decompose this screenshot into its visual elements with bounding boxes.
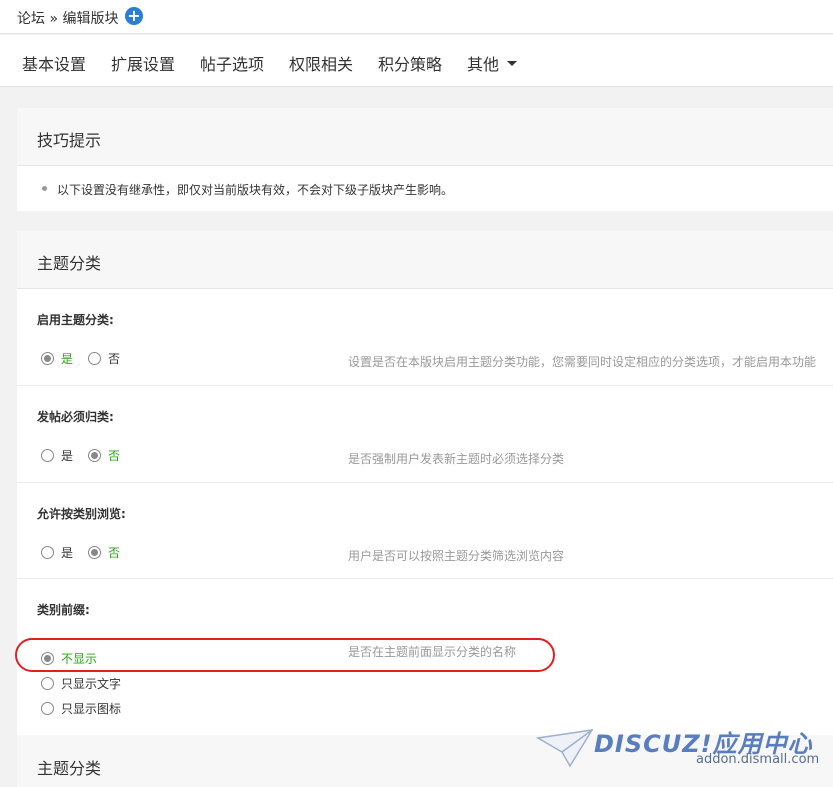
option-label: 只显示文字: [61, 677, 122, 691]
radio-unchecked-icon[interactable]: [41, 546, 54, 559]
radio-option-yes[interactable]: 是: [41, 544, 73, 561]
section-header: 主题分类: [17, 231, 833, 289]
radio-option-text-only[interactable]: 只显示文字: [41, 675, 121, 692]
setting-label: 允许按类别浏览:: [37, 507, 126, 521]
setting-row-browse-by-category: 允许按类别浏览: 是 否 用户是否可以按照主题分类筛选浏览内容: [17, 483, 833, 579]
option-label: 是: [61, 352, 74, 366]
tab-extended-settings[interactable]: 扩展设置: [111, 51, 175, 75]
setting-label: 发帖必须归类:: [37, 410, 114, 424]
setting-label: 启用主题分类:: [37, 313, 114, 327]
radio-unchecked-icon[interactable]: [88, 352, 101, 365]
plus-circle-icon[interactable]: +: [125, 7, 143, 25]
tips-title: 技巧提示: [37, 131, 102, 150]
tip-text: 以下设置没有继承性，即仅对当前版块有效，不会对下级子版块产生影响。: [57, 183, 454, 197]
radio-option-no[interactable]: 否: [88, 544, 120, 561]
tab-credit-policy[interactable]: 积分策略: [378, 51, 442, 75]
tab-post-options[interactable]: 帖子选项: [200, 51, 264, 75]
section-title: 主题分类: [37, 254, 102, 273]
watermark-url: addon.dismall.com: [696, 752, 820, 767]
radio-option-yes[interactable]: 是: [41, 350, 73, 367]
radio-option-no[interactable]: 否: [88, 447, 120, 464]
radio-checked-icon[interactable]: [41, 352, 54, 365]
setting-row-require-category: 发帖必须归类: 是 否 是否强制用户发表新主题时必须选择分类: [17, 386, 833, 483]
tab-other[interactable]: 其他: [467, 51, 518, 75]
tab-other-label: 其他: [467, 55, 500, 74]
highlight-annotation: [15, 638, 555, 672]
option-label: 是: [61, 546, 74, 560]
radio-option-no[interactable]: 否: [88, 350, 120, 367]
radio-checked-icon[interactable]: [88, 546, 101, 559]
caret-down-icon: [507, 61, 518, 66]
radio-checked-icon[interactable]: [88, 449, 101, 462]
bullet-icon: [42, 186, 47, 191]
radio-unchecked-icon[interactable]: [41, 702, 54, 715]
radio-option-icon-only[interactable]: 只显示图标: [41, 700, 121, 717]
top-bar: 论坛 » 编辑版块 +: [0, 0, 833, 34]
tips-card: 技巧提示 以下设置没有继承性，即仅对当前版块有效，不会对下级子版块产生影响。: [17, 108, 833, 211]
next-section-title: 主题分类: [37, 759, 102, 778]
option-label: 否: [108, 352, 121, 366]
option-label: 否: [108, 546, 121, 560]
breadcrumb: 论坛 » 编辑版块: [17, 11, 119, 27]
radio-unchecked-icon[interactable]: [41, 449, 54, 462]
watermark: DISCUZ!应用中心 addon.dismall.com: [536, 722, 826, 772]
tip-item: 以下设置没有继承性，即仅对当前版块有效，不会对下级子版块产生影响。: [42, 181, 453, 198]
option-label: 只显示图标: [61, 702, 122, 716]
option-label: 否: [108, 449, 121, 463]
tab-bar: 基本设置 扩展设置 帖子选项 权限相关 积分策略 其他: [0, 35, 833, 87]
option-label: 是: [61, 449, 74, 463]
setting-description: 用户是否可以按照主题分类筛选浏览内容: [348, 549, 565, 563]
paper-plane-icon: [536, 729, 594, 768]
radio-unchecked-icon[interactable]: [41, 677, 54, 690]
setting-description: 设置是否在本版块启用主题分类功能，您需要同时设定相应的分类选项，才能启用本功能: [348, 355, 817, 369]
tab-basic-settings[interactable]: 基本设置: [22, 51, 86, 75]
setting-row-enable-category: 启用主题分类: 是 否 设置是否在本版块启用主题分类功能，您需要同时设定相应的分…: [17, 289, 833, 386]
setting-label: 类别前缀:: [37, 603, 90, 617]
setting-description: 是否强制用户发表新主题时必须选择分类: [348, 452, 565, 466]
tips-header: 技巧提示: [17, 108, 833, 166]
radio-option-yes[interactable]: 是: [41, 447, 73, 464]
tab-permissions[interactable]: 权限相关: [289, 51, 353, 75]
